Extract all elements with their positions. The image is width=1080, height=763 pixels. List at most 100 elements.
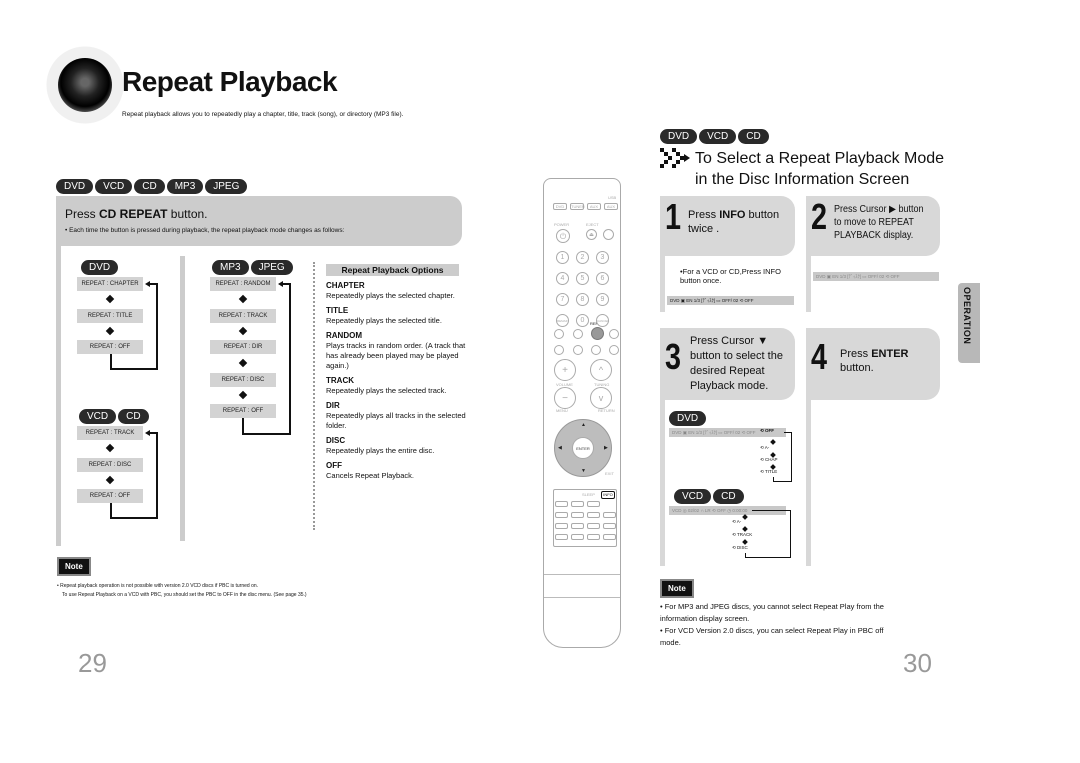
- repeat-mode-label: ⟲ A-: [732, 519, 742, 524]
- remote-transport-key: [554, 329, 564, 339]
- flow-line: [156, 432, 158, 519]
- disc-badges-left: DVD VCD CD MP3 JPEG: [56, 176, 249, 194]
- diamond-icon: [105, 475, 115, 485]
- button-name: CD REPEAT: [99, 207, 168, 221]
- option-desc: Repeatedly plays the selected chapter.: [326, 291, 455, 300]
- flow-dvd-item: REPEAT : TITLE: [77, 309, 143, 323]
- note-badge-right: Note: [660, 579, 694, 598]
- option-key: CHAPTER: [326, 281, 365, 290]
- remote-digit-key: 4: [556, 272, 569, 285]
- step-heading: Press CD REPEAT button.: [65, 207, 208, 221]
- dotted-separator: [313, 262, 315, 530]
- remote-digit-key: 6: [596, 272, 609, 285]
- cursor-right-icon: ▶: [889, 204, 896, 215]
- remote-digit-key: 5: [576, 272, 589, 285]
- diamond-icon: [105, 443, 115, 453]
- remote-function-key: [603, 512, 616, 518]
- intro-text: Repeat playback allows you to repeatedly…: [122, 111, 404, 118]
- remote-dimmer-button: [603, 229, 614, 240]
- remote-transport-key: [573, 329, 583, 339]
- note-text-right: • For MP3 and JPEG discs, you cannot sel…: [660, 602, 884, 647]
- step-3-rail: [660, 400, 665, 566]
- badge-dvd: DVD: [56, 179, 94, 194]
- remote-digit-key: 9: [596, 293, 609, 306]
- diamond-icon: [742, 514, 748, 520]
- remote-function-key: [603, 534, 616, 540]
- step-1-note: •For a VCD or CD,Press INFO button once.: [680, 267, 781, 285]
- remote-key-aux: AUX: [587, 203, 601, 210]
- speaker-graphic: [40, 40, 130, 130]
- repeat-mode-label: ⟲ OFF: [760, 428, 775, 433]
- remote-transport-key: [609, 345, 619, 355]
- power-icon: ⏻: [556, 229, 570, 243]
- flow-line: [791, 432, 792, 482]
- step-1-rail: [660, 256, 665, 312]
- diamond-icon: [770, 439, 776, 445]
- option-desc: Cancels Repeat Playback.: [326, 471, 414, 480]
- flow-line: [156, 283, 158, 370]
- remote-label-eject: EJECT: [586, 222, 599, 227]
- badge-dvd: DVD: [660, 129, 698, 144]
- note-badge-left: Note: [57, 557, 91, 576]
- flow-line: [745, 557, 791, 558]
- badge-mp3: MP3: [166, 179, 204, 194]
- option-key: DIR: [326, 401, 340, 410]
- remote-function-key: [587, 523, 600, 529]
- remote-label-sleep: SLEEP: [582, 492, 595, 497]
- step-4-text: Press ENTER button.: [840, 348, 909, 374]
- flow-line: [149, 432, 158, 434]
- cursor-left-icon: ◀: [558, 445, 562, 451]
- badge-vcd: VCD: [699, 129, 737, 144]
- vcd-badges-step3: VCD CD: [674, 486, 746, 504]
- dvd-badge-step3: DVD: [669, 408, 708, 426]
- remote-digit-key: 1: [556, 251, 569, 264]
- step-box-cd-repeat: Press CD REPEAT button. • Each time the …: [56, 196, 462, 246]
- remote-function-key: [603, 523, 616, 529]
- repeat-mode-label: ⟲ TRACK: [732, 532, 753, 537]
- step-2-rail: [806, 256, 811, 312]
- flow-line: [149, 283, 158, 285]
- remote-label-power: POWER: [554, 222, 570, 227]
- step-3-text: Press Cursor ▼ button to select the desi…: [690, 335, 783, 392]
- operation-side-tab: OPERATION: [958, 283, 980, 363]
- option-desc: Repeatedly plays all tracks in the selec…: [326, 411, 466, 430]
- remote-function-key: [555, 501, 568, 507]
- remote-transport-key: [554, 345, 564, 355]
- arrow-left-icon: [145, 430, 150, 436]
- flow-mp3-badges: MP3 JPEG: [212, 257, 295, 275]
- remote-transport-key: [591, 345, 601, 355]
- remote-transport-key: [609, 329, 619, 339]
- remote-label-tuning: TUNING: [594, 382, 610, 387]
- flow-mp3-item: REPEAT : RANDOM: [210, 277, 276, 291]
- remote-transport-key: [573, 345, 583, 355]
- step-subtext: • Each time the button is pressed during…: [65, 227, 345, 234]
- repeat-mode-label: ⟲ A-: [760, 445, 770, 450]
- option-key: OFF: [326, 461, 342, 470]
- option-desc: Repeatedly plays the entire disc.: [326, 446, 435, 455]
- remote-function-key: [571, 534, 584, 540]
- volume-up-icon: +: [554, 359, 576, 381]
- diamond-icon: [105, 294, 115, 304]
- flow-line: [773, 481, 792, 482]
- remote-function-key: [555, 523, 568, 529]
- repeat-button-highlight: [591, 327, 604, 340]
- flow-mp3-item: REPEAT : TRACK: [210, 309, 276, 323]
- eject-icon: ⏏: [586, 229, 597, 240]
- chevron-arrows-icon: [660, 148, 690, 168]
- remote-divider: [544, 574, 620, 575]
- step-1-text: Press INFO button twice .: [688, 209, 780, 235]
- flow-dvd-item: REPEAT : CHAPTER: [77, 277, 143, 291]
- options-heading: Repeat Playback Options: [326, 264, 459, 276]
- disc-badges-right: DVD VCD CD: [660, 126, 771, 144]
- remote-function-key: [587, 501, 600, 507]
- badge-vcd: VCD: [95, 179, 133, 194]
- flow-mp3-item: REPEAT : DISC: [210, 373, 276, 387]
- flow-line: [110, 368, 158, 370]
- remote-function-key: [555, 512, 568, 518]
- diamond-icon: [238, 390, 248, 400]
- enter-button-icon: ENTER: [572, 437, 594, 459]
- page-title: Repeat Playback: [122, 66, 338, 97]
- badge-jpeg: JPEG: [205, 179, 248, 194]
- remote-digit-key: REMAIN: [556, 314, 569, 327]
- badge-cd: CD: [134, 179, 165, 194]
